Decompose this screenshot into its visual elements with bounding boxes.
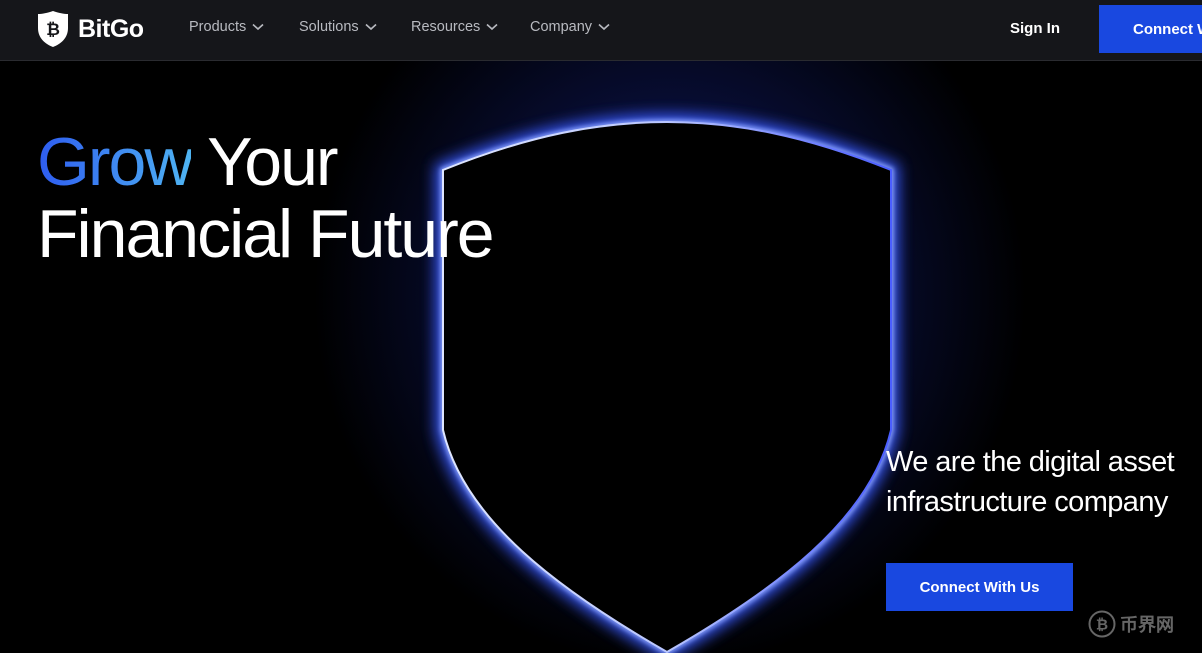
chevron-down-icon (598, 23, 610, 31)
nav-item-label: Resources (411, 19, 481, 35)
hero-headline: Grow Your Financial Future (37, 126, 495, 272)
hero-subtitle: We are the digital asset infrastructure … (886, 442, 1175, 522)
svg-text:₿: ₿ (46, 20, 60, 39)
chevron-down-icon (365, 23, 377, 31)
connect-with-us-nav-button[interactable]: Connect With Us (1099, 5, 1202, 53)
chevron-down-icon (486, 23, 498, 31)
sign-in-link[interactable]: Sign In (1010, 20, 1060, 37)
headline-rest: Your (191, 124, 338, 200)
nav-item-resources[interactable]: Resources (411, 19, 498, 35)
chevron-down-icon (252, 23, 264, 31)
bitgo-logo[interactable]: ₿ BitGo (36, 10, 144, 48)
page: ₿ BitGo Products Solutions Resources Com… (0, 0, 1202, 653)
headline-line-2: Financial Future (37, 196, 495, 272)
nav-item-label: Products (189, 19, 247, 35)
svg-text:₿: ₿ (1096, 617, 1108, 634)
brand-name: BitGo (78, 14, 144, 43)
nav-item-label: Solutions (299, 19, 359, 35)
subtitle-line-2: infrastructure company (886, 486, 1168, 518)
subtitle-line-1: We are the digital asset (886, 446, 1175, 478)
bitcoin-coin-icon: ₿ (1088, 610, 1116, 638)
nav-item-label: Company (530, 19, 593, 35)
watermark: ₿ 币界网 (1088, 610, 1174, 638)
nav-item-products[interactable]: Products (189, 19, 264, 35)
hero-shield-graphic (435, 113, 899, 653)
nav-item-company[interactable]: Company (530, 19, 610, 35)
shield-bitcoin-icon: ₿ (38, 11, 68, 47)
connect-with-us-hero-button[interactable]: Connect With Us (886, 563, 1073, 611)
watermark-text: 币界网 (1120, 615, 1174, 635)
headline-line-1: Grow Your (37, 126, 493, 198)
top-navigation-bar: ₿ BitGo Products Solutions Resources Com… (0, 0, 1202, 61)
nav-item-solutions[interactable]: Solutions (299, 19, 377, 35)
headline-accent: Grow (37, 124, 193, 200)
